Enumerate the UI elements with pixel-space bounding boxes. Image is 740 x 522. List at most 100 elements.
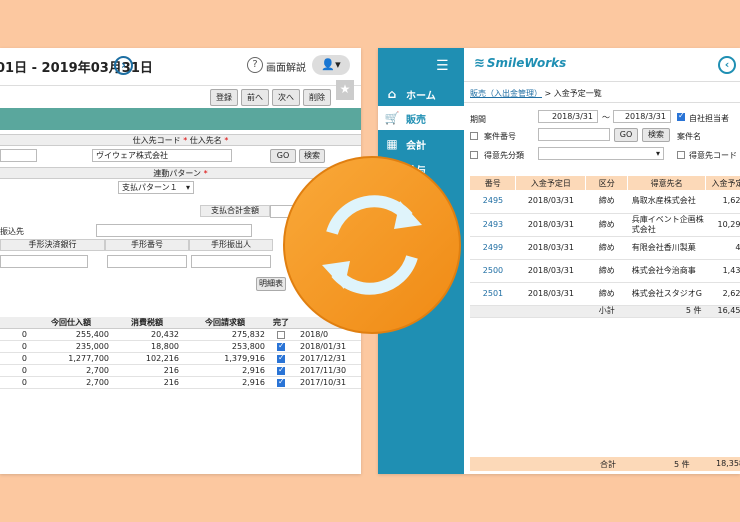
receipt-number-link[interactable]: 2501 [470, 282, 516, 306]
cell: 2017/10/31 [294, 376, 361, 389]
logo-swoosh-icon: ≋ [474, 56, 485, 71]
case-number-checkbox[interactable] [470, 132, 478, 140]
nav-accounting[interactable]: ▦ 会計 [378, 132, 464, 156]
table-row: 02,7002162,916 2017/11/30 [0, 364, 361, 377]
back-icon[interactable]: ‹ [718, 56, 736, 74]
table-row[interactable]: 24992018/03/31締め有限会社香川製菓47 [470, 236, 740, 260]
cell: 2,916 [182, 376, 268, 389]
transfer-to-label: 振込先 [0, 227, 24, 236]
supplier-code-input[interactable] [0, 149, 37, 162]
delete-button[interactable]: 削除 [303, 89, 331, 106]
done-cell[interactable] [268, 376, 294, 389]
left-header: 01日 - 2019年03月31日 › ? 画面解説 👤▾ [0, 48, 361, 86]
cell: 216 [112, 376, 182, 389]
table-row[interactable]: 25002018/03/31締め株式会社今治商事1,437 [470, 259, 740, 283]
cell: 10,297 [705, 213, 740, 237]
table-header: 今回仕入額 [30, 317, 112, 329]
prev-button[interactable]: 前へ [241, 89, 269, 106]
nav-sales[interactable]: 🛒 販売 [378, 106, 464, 130]
receipt-number-link[interactable]: 2499 [470, 236, 516, 260]
section-bar [0, 108, 361, 130]
table-header: 区分 [585, 176, 629, 190]
table-header [0, 317, 30, 329]
table-header: 入金予定 [705, 176, 740, 190]
pattern-select[interactable]: 支払パターン１ [118, 181, 194, 194]
case-number-label: 案件番号 [484, 132, 516, 141]
customer-category-checkbox[interactable] [470, 151, 478, 159]
bookmark-star-icon[interactable]: ★ [336, 80, 354, 100]
search-button-right[interactable]: 検索 [642, 128, 670, 142]
help-link[interactable]: 画面解説 [266, 59, 306, 74]
customer-category-label: 得意先分類 [484, 151, 524, 160]
table-row: 0235,00018,800253,800 2018/01/31 [0, 340, 361, 353]
cell: 締め [585, 213, 628, 237]
sync-icon [283, 156, 461, 334]
done-cell[interactable] [268, 352, 294, 365]
hamburger-icon[interactable]: ☰ [436, 58, 449, 74]
cell: 2018/03/31 [515, 190, 586, 214]
receipt-number-link[interactable]: 2500 [470, 259, 516, 283]
breadcrumb-parent-link[interactable]: 販売（入出金管理） [470, 89, 542, 98]
done-checkbox[interactable] [277, 377, 285, 387]
supplier-label-row: 仕入先コード * 仕入先名 * [0, 134, 361, 146]
date-to-input[interactable]: 2018/3/31 [613, 110, 671, 123]
bill-drawer-label: 手形振出人 [189, 239, 273, 251]
done-cell[interactable] [268, 340, 294, 353]
subtotal-row: 小計5 件16,450 [470, 305, 740, 318]
bill-bank-label: 手形決済銀行 [0, 239, 105, 251]
subtotal-label: 小計 [585, 305, 628, 318]
bill-number-input[interactable] [107, 255, 187, 268]
cell: 2017/12/31 [294, 352, 361, 365]
done-cell[interactable] [268, 364, 294, 377]
table-row[interactable]: 24952018/03/31締め鳥取水産株式会社1,620 [470, 190, 740, 214]
receipt-schedule-table: 番号 入金予定日 区分 得意先名 入金予定 2495 2018/03/31 締め 鳥取… [470, 176, 740, 318]
cell: 株式会社スタジオG [627, 282, 706, 306]
date-from-input[interactable]: 2018/3/31 [538, 110, 598, 123]
cell: 有限会社香川製菓 [627, 236, 706, 260]
own-staff-label: 自社担当者 [689, 114, 729, 123]
next-button[interactable]: 次へ [272, 89, 300, 106]
cell: 2018/03/31 [515, 236, 586, 260]
table-header: 得意先名 [627, 176, 706, 190]
cell: 102,216 [112, 352, 182, 365]
bill-bank-input[interactable] [0, 255, 88, 268]
bill-drawer-input[interactable] [191, 255, 271, 268]
smileworks-logo: ≋ SmileWorks [474, 56, 567, 71]
subtotal-count: 5 件 [627, 305, 706, 318]
table-row[interactable]: 25012018/03/31締め株式会社スタジオG2,624 [470, 282, 740, 306]
cell: 2018/03/31 [515, 213, 586, 237]
customer-code-checkbox[interactable] [677, 151, 685, 159]
table-row[interactable]: 24932018/03/31締め兵庫イベント企画株式会社10,297 [470, 213, 740, 237]
cell: 0 [0, 352, 30, 365]
own-staff-checkbox[interactable] [677, 111, 685, 121]
done-checkbox[interactable] [277, 365, 285, 375]
nav-home[interactable]: ⌂ ホーム [378, 82, 464, 106]
customer-category-select[interactable] [538, 147, 664, 160]
cell: 18,800 [112, 340, 182, 353]
nav-label: 販売 [406, 114, 426, 126]
cell: 2018/03/31 [515, 259, 586, 283]
table-header: 番号 [470, 176, 517, 190]
cell: 0 [0, 364, 30, 377]
table-row: 02,7002162,916 2017/10/31 [0, 376, 361, 389]
case-number-input[interactable] [538, 128, 610, 141]
register-button[interactable]: 登録 [210, 89, 238, 106]
help-icon[interactable]: ? [247, 57, 263, 73]
done-checkbox[interactable] [277, 353, 285, 363]
subtotal-amount: 16,450 [705, 305, 740, 318]
cell: 0 [0, 340, 30, 353]
table-header: 入金予定日 [515, 176, 587, 190]
nav-label: ホーム [406, 90, 436, 102]
cell: 2017/11/30 [294, 364, 361, 377]
bill-number-label: 手形番号 [105, 239, 189, 251]
receipt-number-link[interactable]: 2495 [470, 190, 516, 214]
total-label: 合計 [600, 460, 616, 469]
transfer-to-input[interactable] [96, 224, 252, 237]
user-menu-button[interactable]: 👤▾ [312, 55, 350, 75]
receipt-number-link[interactable]: 2493 [470, 213, 516, 237]
supplier-name-input[interactable]: ヴイウェア株式会社 [92, 149, 232, 162]
next-period-icon[interactable]: › [114, 56, 133, 75]
cell: 235,000 [30, 340, 112, 353]
done-checkbox[interactable] [277, 341, 285, 351]
go-button-right[interactable]: GO [614, 128, 638, 142]
